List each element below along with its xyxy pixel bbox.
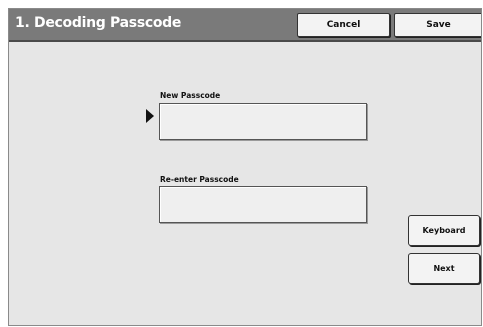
save-button[interactable]: Save — [394, 13, 481, 37]
cancel-button[interactable]: Cancel — [297, 13, 390, 37]
reenter-passcode-field[interactable] — [159, 186, 367, 223]
reenter-passcode-label: Re-enter Passcode — [160, 175, 239, 184]
passcode-screen: 1. Decoding Passcode Cancel Save New Pas… — [8, 8, 482, 326]
new-passcode-label: New Passcode — [160, 91, 221, 100]
header-bar: 1. Decoding Passcode Cancel Save — [9, 9, 481, 42]
keyboard-button[interactable]: Keyboard — [408, 215, 480, 246]
next-button[interactable]: Next — [408, 253, 480, 284]
page-title: 1. Decoding Passcode — [15, 15, 182, 31]
new-passcode-field[interactable] — [159, 103, 367, 140]
right-arrow-icon — [146, 109, 154, 123]
